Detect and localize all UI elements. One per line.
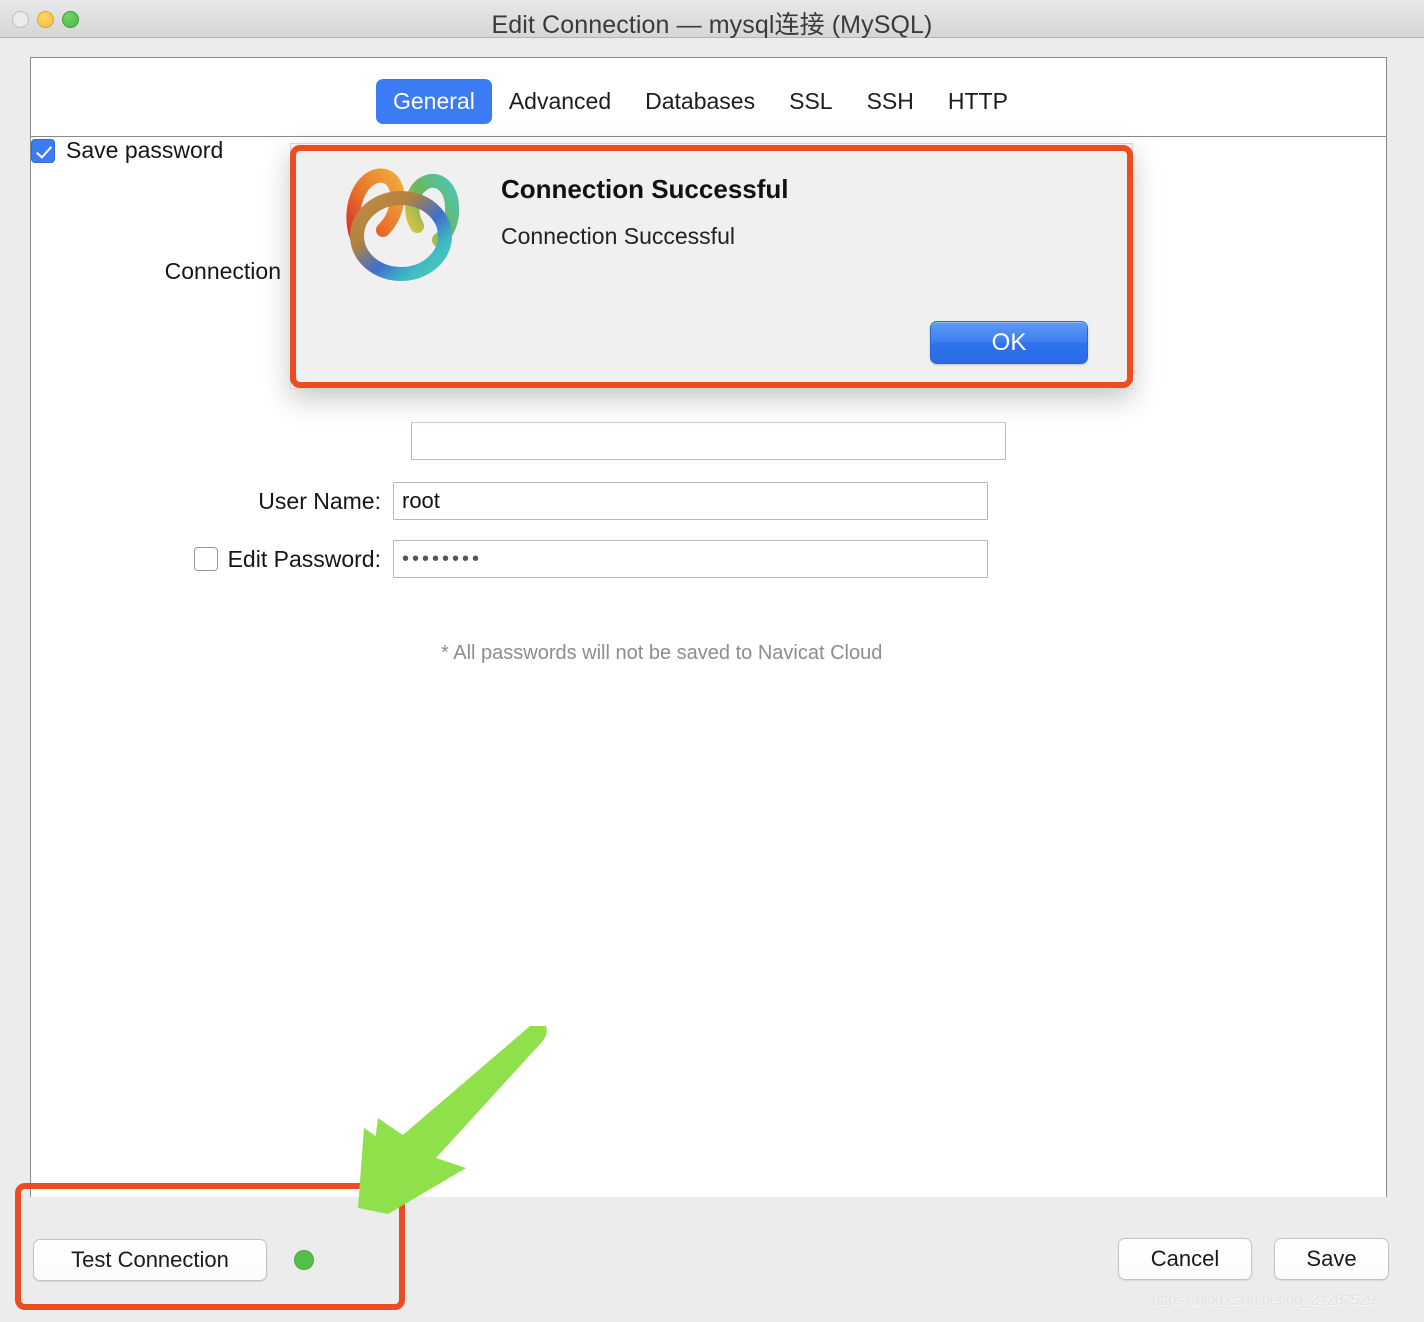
connection-successful-dialog: Connection Successful Connection Success… bbox=[290, 143, 1133, 389]
tab-bar: General Advanced Databases SSL SSH HTTP bbox=[31, 58, 1386, 137]
edit-password-checkbox[interactable] bbox=[193, 547, 218, 571]
cancel-button[interactable]: Cancel bbox=[1118, 1238, 1252, 1280]
alert-message: Connection Successful bbox=[501, 223, 735, 249]
save-button[interactable]: Save bbox=[1274, 1238, 1389, 1280]
user-name-input[interactable]: root bbox=[393, 482, 988, 520]
tab-http[interactable]: HTTP bbox=[931, 79, 1025, 124]
password-input[interactable]: •••••••• bbox=[393, 540, 988, 578]
connection-name-label: Connection bbox=[164, 257, 281, 284]
edit-password-label-group: Edit Password: bbox=[131, 546, 381, 573]
obscured-field-row bbox=[411, 422, 1006, 460]
tab-databases[interactable]: Databases bbox=[628, 79, 772, 124]
navicat-logo-icon bbox=[346, 168, 460, 281]
connection-status-dot-icon bbox=[294, 1250, 314, 1270]
watermark-text: https://blog.csdn.net/qq_24287529 bbox=[1152, 1292, 1376, 1309]
edit-password-row: Edit Password: •••••••• bbox=[131, 540, 988, 578]
tab-ssl[interactable]: SSL bbox=[772, 79, 849, 124]
alert-title: Connection Successful bbox=[501, 174, 789, 204]
user-name-row: User Name: root bbox=[131, 482, 988, 520]
edit-connection-window: Edit Connection — mysql连接 (MySQL) Genera… bbox=[0, 0, 1424, 1322]
alert-ok-button[interactable]: OK bbox=[930, 321, 1088, 364]
tab-general[interactable]: General bbox=[376, 79, 492, 124]
save-password-checkbox[interactable] bbox=[31, 138, 55, 163]
user-name-label: User Name: bbox=[258, 487, 381, 514]
save-password-label: Save password bbox=[66, 137, 224, 163]
obscured-text-input[interactable] bbox=[411, 422, 1006, 460]
test-connection-button[interactable]: Test Connection bbox=[33, 1239, 267, 1281]
navicat-cloud-note: * All passwords will not be saved to Nav… bbox=[441, 642, 883, 664]
tab-advanced[interactable]: Advanced bbox=[492, 79, 628, 124]
edit-password-label: Edit Password: bbox=[227, 545, 381, 572]
window-titlebar: Edit Connection — mysql连接 (MySQL) bbox=[0, 0, 1424, 39]
window-title: Edit Connection — mysql连接 (MySQL) bbox=[491, 11, 933, 39]
tab-ssh[interactable]: SSH bbox=[850, 79, 931, 124]
